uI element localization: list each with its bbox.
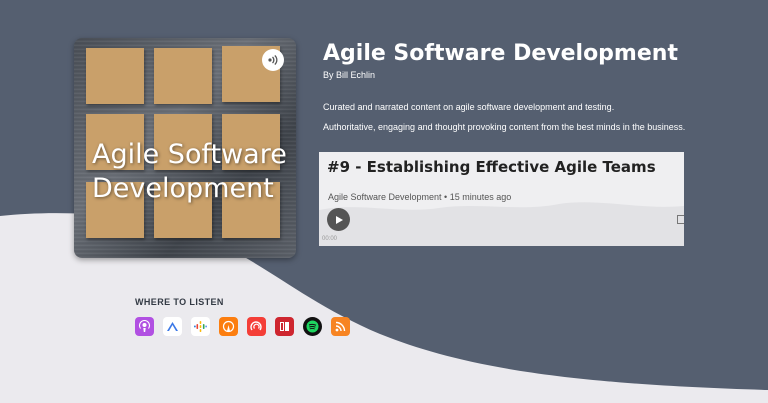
episode-player: #9 - Establishing Effective Agile Teams …	[319, 152, 684, 246]
play-button[interactable]	[327, 208, 350, 231]
podcast-cover: Agile Software Development	[74, 38, 296, 258]
podcast-description: Curated and narrated content on agile so…	[323, 102, 615, 112]
radiopublic-icon[interactable]	[275, 317, 294, 336]
podcast-broadcast-icon	[262, 49, 284, 71]
overcast-icon[interactable]	[219, 317, 238, 336]
rss-icon[interactable]	[331, 317, 350, 336]
episode-meta: Agile Software Development • 15 minutes …	[328, 192, 512, 202]
podcast-description-secondary: Authoritative, engaging and thought prov…	[323, 122, 686, 132]
where-to-listen: WHERE TO LISTEN	[135, 297, 350, 336]
sticky-note	[86, 48, 144, 104]
podcast-info: Agile Software Development By Bill Echli…	[323, 40, 743, 132]
podcast-title: Agile Software Development	[323, 41, 678, 66]
play-icon	[335, 215, 343, 224]
cover-title: Agile Software Development	[92, 139, 287, 204]
google-podcasts-icon[interactable]	[191, 317, 210, 336]
share-icon[interactable]	[677, 215, 684, 224]
current-time: 00:00	[322, 236, 338, 242]
breaker-icon[interactable]	[163, 317, 182, 336]
platform-icons	[135, 317, 350, 336]
episode-title[interactable]: #9 - Establishing Effective Agile Teams	[327, 158, 656, 176]
pocket-casts-icon[interactable]	[247, 317, 266, 336]
where-to-listen-label: WHERE TO LISTEN	[135, 297, 224, 307]
spotify-icon[interactable]	[303, 317, 322, 336]
apple-podcasts-icon[interactable]	[135, 317, 154, 336]
podcast-author: By Bill Echlin	[323, 70, 376, 80]
sticky-note	[154, 48, 212, 104]
